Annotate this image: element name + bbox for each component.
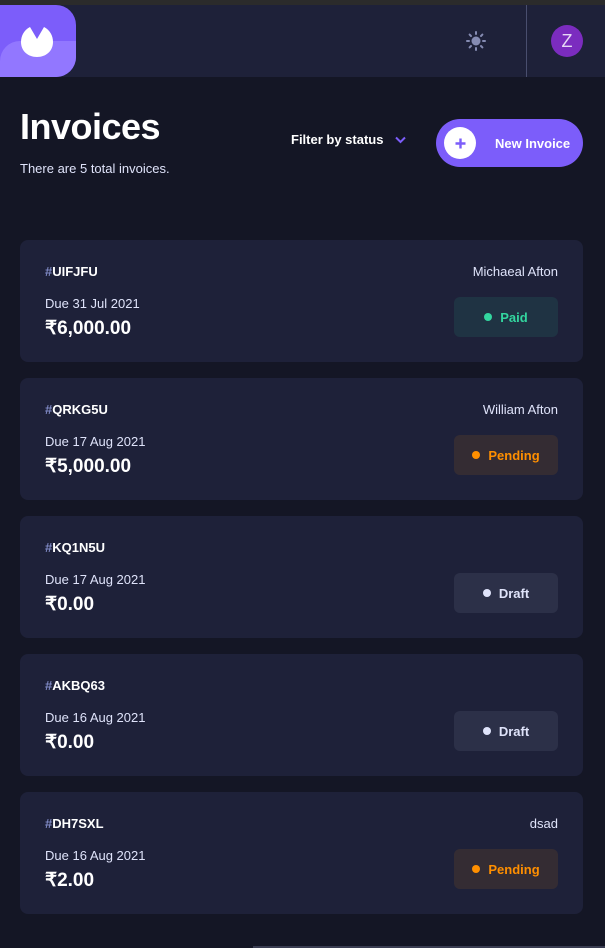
- invoice-card[interactable]: #UIFJFU Michaeal Afton Due 31 Jul 2021 ₹…: [20, 240, 583, 362]
- new-invoice-label: New Invoice: [495, 135, 571, 151]
- invoice-id: #QRKG5U: [45, 402, 108, 417]
- invoice-id: #UIFJFU: [45, 264, 98, 279]
- invoice-count-text: There are 5 total invoices.: [20, 161, 170, 176]
- client-name: Michaeal Afton: [472, 264, 558, 279]
- invoice-amount: ₹6,000.00: [45, 318, 132, 339]
- invoice-id: #KQ1N5U: [45, 540, 105, 555]
- status-badge: Pending: [454, 435, 558, 475]
- invoice-id-value: AKBQ63: [52, 678, 105, 693]
- invoice-card[interactable]: #AKBQ63 Due 16 Aug 2021 ₹0.00 Draft: [20, 654, 583, 776]
- invoice-id-value: UIFJFU: [52, 264, 98, 279]
- invoice-id-value: DH7SXL: [52, 816, 104, 831]
- status-label: Draft: [498, 723, 530, 739]
- chevron-down-icon: [395, 136, 407, 143]
- invoice-id-value: QRKG5U: [52, 402, 108, 417]
- app-logo-icon: [21, 27, 53, 57]
- client-name: dsad: [529, 816, 558, 831]
- filter-by-status-dropdown[interactable]: Filter by status: [291, 132, 407, 147]
- avatar-initial: Z: [561, 30, 573, 51]
- header-divider: [526, 5, 527, 77]
- invoice-card[interactable]: #DH7SXL dsad Due 16 Aug 2021 ₹2.00 Pendi…: [20, 792, 583, 914]
- invoice-amount: ₹0.00: [45, 732, 95, 753]
- invoice-card[interactable]: #QRKG5U William Afton Due 17 Aug 2021 ₹5…: [20, 378, 583, 500]
- status-label: Draft: [498, 585, 530, 601]
- due-date: Due 16 Aug 2021: [45, 710, 146, 725]
- status-label: Pending: [488, 861, 540, 877]
- client-name: William Afton: [482, 402, 558, 417]
- status-dot-icon: [484, 313, 493, 321]
- due-date: Due 17 Aug 2021: [45, 434, 146, 449]
- status-dot-icon: [472, 865, 481, 873]
- due-date: Due 31 Jul 2021: [45, 296, 140, 311]
- avatar[interactable]: Z: [551, 25, 583, 57]
- status-badge: Paid: [454, 297, 558, 337]
- theme-toggle-button[interactable]: [462, 27, 490, 55]
- app-logo[interactable]: [0, 5, 76, 77]
- status-dot-icon: [482, 727, 491, 735]
- sun-icon: [466, 31, 486, 51]
- invoice-id: #AKBQ63: [45, 678, 105, 693]
- invoice-card[interactable]: #KQ1N5U Due 17 Aug 2021 ₹0.00 Draft: [20, 516, 583, 638]
- status-badge: Draft: [454, 573, 558, 613]
- page-title: Invoices: [20, 106, 161, 147]
- invoice-amount: ₹0.00: [45, 594, 95, 615]
- invoice-amount: ₹2.00: [45, 870, 95, 891]
- status-badge: Draft: [454, 711, 558, 751]
- status-label: Paid: [500, 309, 528, 325]
- status-badge: Pending: [454, 849, 558, 889]
- status-label: Pending: [488, 447, 540, 463]
- due-date: Due 16 Aug 2021: [45, 848, 146, 863]
- status-dot-icon: [472, 451, 481, 459]
- app-header: Z: [0, 5, 605, 77]
- new-invoice-button[interactable]: New Invoice: [436, 119, 583, 167]
- invoice-id: #DH7SXL: [45, 816, 104, 831]
- filter-label: Filter by status: [291, 132, 384, 147]
- status-dot-icon: [482, 589, 491, 597]
- plus-icon: [444, 127, 476, 159]
- invoice-amount: ₹5,000.00: [45, 456, 132, 477]
- due-date: Due 17 Aug 2021: [45, 572, 146, 587]
- invoice-id-value: KQ1N5U: [52, 540, 105, 555]
